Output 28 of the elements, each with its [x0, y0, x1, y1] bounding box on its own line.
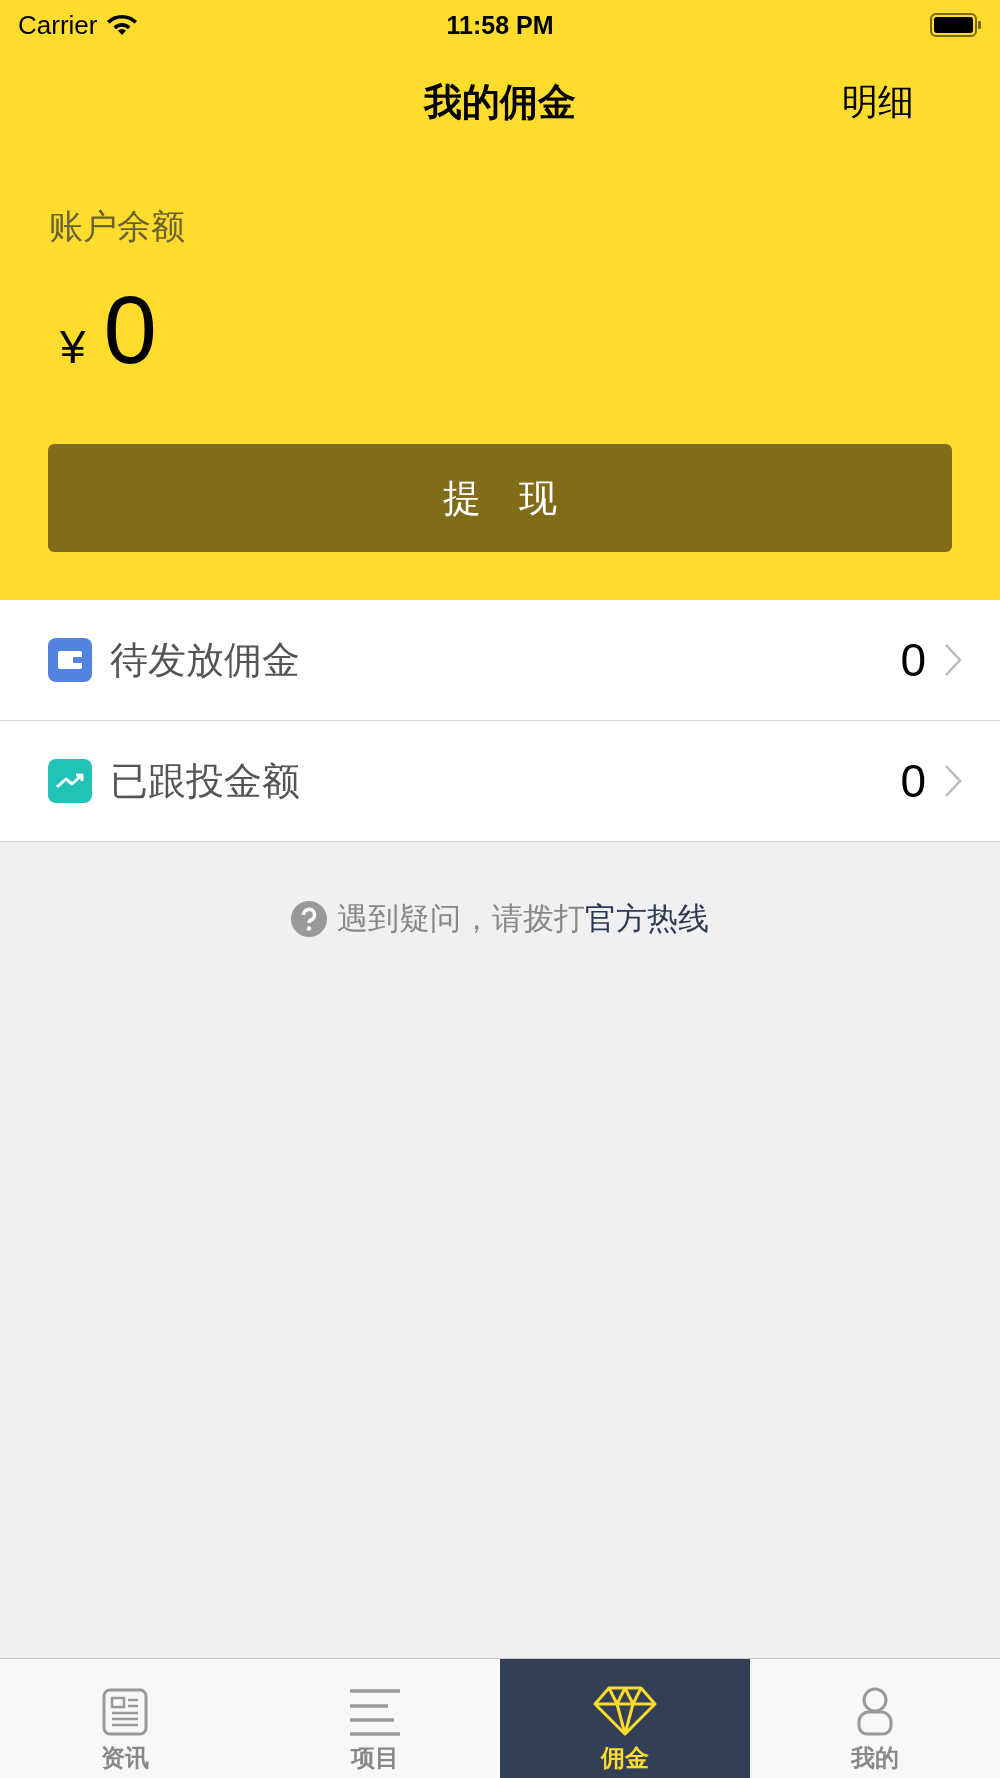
row-value: 0: [900, 633, 926, 687]
chevron-icon: [944, 764, 962, 798]
help-text: 遇到疑问，请拨打官方热线: [337, 900, 709, 938]
hotline-link[interactable]: 官方热线: [585, 901, 709, 936]
balance-label: 账户余额: [49, 206, 185, 247]
row-label: 已跟投金额: [110, 758, 300, 804]
wallet-icon: [48, 638, 92, 682]
currency-symbol: ¥: [60, 320, 86, 374]
list-row[interactable]: 待发放佣金 0: [0, 600, 1000, 721]
chevron-icon: [944, 643, 962, 677]
newspaper-icon: [102, 1688, 148, 1736]
row-label: 待发放佣金: [110, 637, 300, 683]
help-icon: [291, 901, 327, 937]
balance-amount: 0: [103, 282, 157, 378]
person-icon: [856, 1686, 894, 1736]
diamond-icon: [593, 1686, 657, 1736]
menu-icon: [348, 1688, 402, 1736]
withdraw-button[interactable]: 提 现: [48, 444, 952, 552]
trend-icon: [48, 759, 92, 803]
status-time: 11:58 PM: [446, 10, 554, 40]
tab[interactable]: 佣金: [500, 1659, 750, 1778]
row-value: 0: [900, 754, 926, 808]
list-row[interactable]: 已跟投金额 0: [0, 721, 1000, 841]
details-link[interactable]: 明细: [842, 77, 914, 127]
wifi-icon: [107, 14, 138, 36]
carrier-name: Carrier: [18, 9, 98, 41]
page-title: 我的佣金: [424, 79, 576, 125]
battery-icon: [930, 13, 982, 37]
